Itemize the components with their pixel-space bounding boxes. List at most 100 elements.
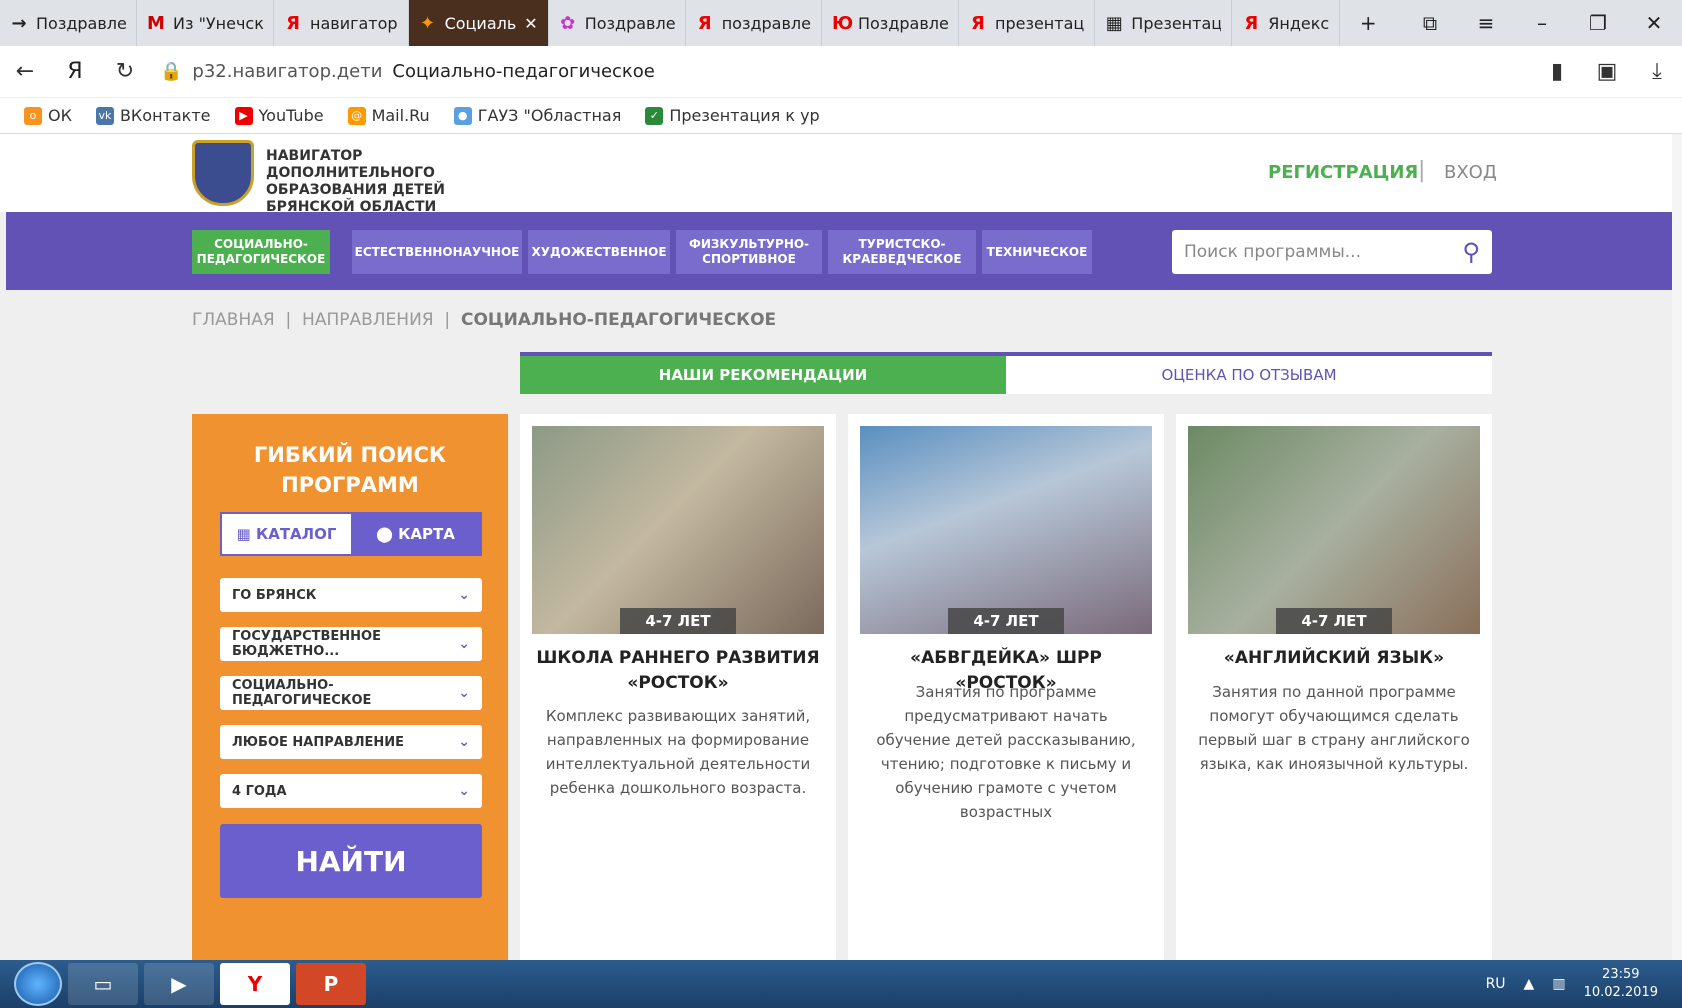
- new-tab-icon[interactable]: +: [1340, 11, 1396, 35]
- flexible-search-panel: ГИБКИЙ ПОИСК ПРОГРАММ ▦ КАТАЛОГ ⬤ КАРТА …: [192, 414, 508, 960]
- restore-icon[interactable]: ❐: [1570, 11, 1626, 35]
- program-card[interactable]: 4-7 ЛЕТ «АНГЛИЙСКИЙ ЯЗЫК» Занятия по дан…: [1176, 414, 1492, 960]
- chevron-down-icon: ⌄: [458, 636, 470, 652]
- download-icon[interactable]: ⤓: [1632, 59, 1682, 84]
- tab-1[interactable]: M Из "Унечск: [137, 0, 274, 46]
- program-description: Занятия по программе предусматривают нач…: [876, 683, 1136, 821]
- search-icon[interactable]: ⚲: [1462, 238, 1480, 266]
- yandex-icon: Я: [697, 12, 712, 34]
- filter-title: ГИБКИЙ ПОИСК ПРОГРАММ: [253, 443, 447, 497]
- explorer-icon[interactable]: ▭: [68, 963, 138, 1005]
- catalog-button[interactable]: ▦ КАТАЛОГ: [222, 514, 351, 554]
- tab-4[interactable]: ✿ Поздравле: [549, 0, 686, 46]
- select-age[interactable]: 4 ГОДА ⌄: [220, 774, 482, 808]
- bookmark-icon[interactable]: ▮: [1532, 59, 1582, 84]
- program-description: Занятия по данной программе помогут обуч…: [1198, 683, 1470, 773]
- lock-icon: 🔒: [160, 61, 183, 82]
- nav-art[interactable]: ХУДОЖЕСТВЕННОЕ: [528, 230, 670, 274]
- bookmark-ok[interactable]: о ОК: [24, 106, 72, 126]
- age-badge: 4-7 ЛЕТ: [620, 608, 736, 634]
- tab-recommendations[interactable]: НАШИ РЕКОМЕНДАЦИИ: [520, 356, 1006, 394]
- url-domain: р32.навигатор.дети: [192, 61, 383, 82]
- system-tray: RU ▲ ▥ 23:59 10.02.2019: [1486, 966, 1682, 1002]
- program-description: Комплекс развивающих занятий, направленн…: [545, 707, 811, 797]
- minimize-icon[interactable]: –: [1514, 11, 1570, 35]
- tab-6[interactable]: Ю Поздравле: [822, 0, 959, 46]
- tab-0[interactable]: → Поздравле: [0, 0, 137, 46]
- page-content: НАВИГАТОР ДОПОЛНИТЕЛЬНОГО ОБРАЗОВАНИЯ ДЕ…: [0, 134, 1682, 960]
- site-header: НАВИГАТОР ДОПОЛНИТЕЛЬНОГО ОБРАЗОВАНИЯ ДЕ…: [0, 134, 1682, 215]
- program-search[interactable]: Поиск программы... ⚲: [1172, 230, 1492, 274]
- yandex-browser-icon[interactable]: Y: [220, 963, 290, 1005]
- extension-icon[interactable]: ▣: [1582, 59, 1632, 84]
- close-tab-icon[interactable]: ✕: [524, 14, 537, 33]
- program-photo[interactable]: 4-7 ЛЕТ: [532, 426, 824, 634]
- clock[interactable]: 23:59 10.02.2019: [1584, 966, 1658, 1002]
- program-photo[interactable]: 4-7 ЛЕТ: [860, 426, 1152, 634]
- bookmark-mailru[interactable]: @ Mail.Ru: [347, 106, 430, 126]
- ok-icon: о: [24, 107, 42, 126]
- tab-7[interactable]: Япрезентац: [959, 0, 1096, 46]
- site-logo-text[interactable]: НАВИГАТОР ДОПОЛНИТЕЛЬНОГО ОБРАЗОВАНИЯ ДЕ…: [266, 148, 526, 216]
- header-separator: |: [1418, 158, 1426, 183]
- language-indicator[interactable]: RU: [1486, 976, 1506, 992]
- nav-tourism[interactable]: ТУРИСТСКО-КРАЕВЕДЧЕСКОЕ: [828, 230, 976, 274]
- bookmark-youtube[interactable]: ▶ YouTube: [234, 106, 324, 126]
- login-link[interactable]: ВХОД: [1444, 162, 1497, 183]
- nav-sports[interactable]: ФИЗКУЛЬТУРНО-СПОРТИВНОЕ: [676, 230, 822, 274]
- tray-arrow-icon[interactable]: ▲: [1524, 976, 1535, 992]
- presentation-icon: ▦: [1105, 12, 1123, 34]
- program-title[interactable]: ШКОЛА РАННЕГО РАЗВИТИЯ «РОСТОК»: [536, 646, 820, 696]
- yandex-home-icon[interactable]: Я: [50, 59, 100, 84]
- bookmark-vk[interactable]: vk ВКонтакте: [95, 106, 211, 126]
- program-title[interactable]: «АНГЛИЙСКИЙ ЯЗЫК»: [1192, 646, 1476, 671]
- url-field[interactable]: 🔒 р32.навигатор.дети Социально-педагогич…: [150, 52, 1532, 92]
- tabs-icon[interactable]: ⧉: [1402, 11, 1458, 35]
- vk-icon: vk: [95, 107, 114, 126]
- address-bar: ← Я ↻ 🔒 р32.навигатор.дети Социально-пед…: [0, 46, 1682, 98]
- bookmark-presentation[interactable]: ✓ Презентация к ур: [645, 106, 820, 126]
- windows-taskbar: ▭ ▶ Y P RU ▲ ▥ 23:59 10.02.2019: [0, 960, 1682, 1008]
- nav-technical[interactable]: ТЕХНИЧЕСКОЕ: [982, 230, 1092, 274]
- media-player-icon[interactable]: ▶: [144, 963, 214, 1005]
- chevron-down-icon: ⌄: [458, 587, 470, 603]
- tab-8[interactable]: ▦ Презентац: [1095, 0, 1233, 46]
- search-input[interactable]: Поиск программы...: [1184, 242, 1361, 262]
- map-button[interactable]: ⬤ КАРТА: [351, 514, 480, 554]
- bookmark-gauz[interactable]: ● ГАУЗ "Областная: [453, 106, 621, 126]
- network-icon[interactable]: ▥: [1552, 976, 1565, 992]
- program-photo[interactable]: 4-7 ЛЕТ: [1188, 426, 1480, 634]
- select-municipality[interactable]: ГО БРЯНСК ⌄: [220, 578, 482, 612]
- tab-5[interactable]: Япоздравле: [686, 0, 822, 46]
- reload-icon[interactable]: ↻: [100, 59, 150, 84]
- age-badge: 4-7 ЛЕТ: [948, 608, 1064, 634]
- breadcrumb-home[interactable]: ГЛАВНАЯ: [192, 310, 275, 330]
- nav-social-pedagogical[interactable]: СОЦИАЛЬНО-ПЕДАГОГИЧЕСКОЕ: [192, 230, 330, 274]
- select-direction[interactable]: СОЦИАЛЬНО-ПЕДАГОГИЧЕСКОЕ ⌄: [220, 676, 482, 710]
- select-subdirection[interactable]: ЛЮБОЕ НАПРАВЛЕНИЕ ⌄: [220, 725, 482, 759]
- chevron-down-icon: ⌄: [458, 783, 470, 799]
- select-organization[interactable]: ГОСУДАРСТВЕННОЕ БЮДЖЕТНО... ⌄: [220, 627, 482, 661]
- gmail-icon: M: [147, 12, 165, 34]
- arrow-icon: →: [11, 12, 27, 34]
- tab-2[interactable]: Янавигатор: [274, 0, 409, 46]
- start-button[interactable]: [14, 962, 62, 1006]
- nav-natural-science[interactable]: ЕСТЕСТВЕННОНАУЧНОЕ: [352, 230, 522, 274]
- view-tabs: НАШИ РЕКОМЕНДАЦИИ ОЦЕНКА ПО ОТЗЫВАМ: [520, 352, 1492, 394]
- register-link[interactable]: РЕГИСТРАЦИЯ: [1268, 162, 1418, 183]
- tab-9[interactable]: Я Яндекс: [1232, 0, 1341, 46]
- find-button[interactable]: НАЙТИ: [220, 824, 482, 898]
- page-scrollbar[interactable]: [1672, 134, 1682, 960]
- tab-3-active[interactable]: ✦ Социаль ✕: [408, 0, 549, 46]
- program-card[interactable]: 4-7 ЛЕТ ШКОЛА РАННЕГО РАЗВИТИЯ «РОСТОК» …: [520, 414, 836, 960]
- coat-of-arms-logo[interactable]: [192, 140, 254, 206]
- powerpoint-icon[interactable]: P: [296, 963, 366, 1005]
- chevron-down-icon: ⌄: [458, 685, 470, 701]
- menu-icon[interactable]: ≡: [1458, 11, 1514, 35]
- back-icon[interactable]: ←: [0, 59, 50, 84]
- drop-icon: ●: [453, 107, 472, 126]
- tab-reviews[interactable]: ОЦЕНКА ПО ОТЗЫВАМ: [1006, 356, 1492, 394]
- breadcrumb-directions[interactable]: НАПРАВЛЕНИЯ: [302, 310, 434, 330]
- close-window-icon[interactable]: ✕: [1626, 11, 1682, 35]
- program-card[interactable]: 4-7 ЛЕТ «АБВГДЕЙКА» ШРР «РОСТОК» Занятия…: [848, 414, 1164, 960]
